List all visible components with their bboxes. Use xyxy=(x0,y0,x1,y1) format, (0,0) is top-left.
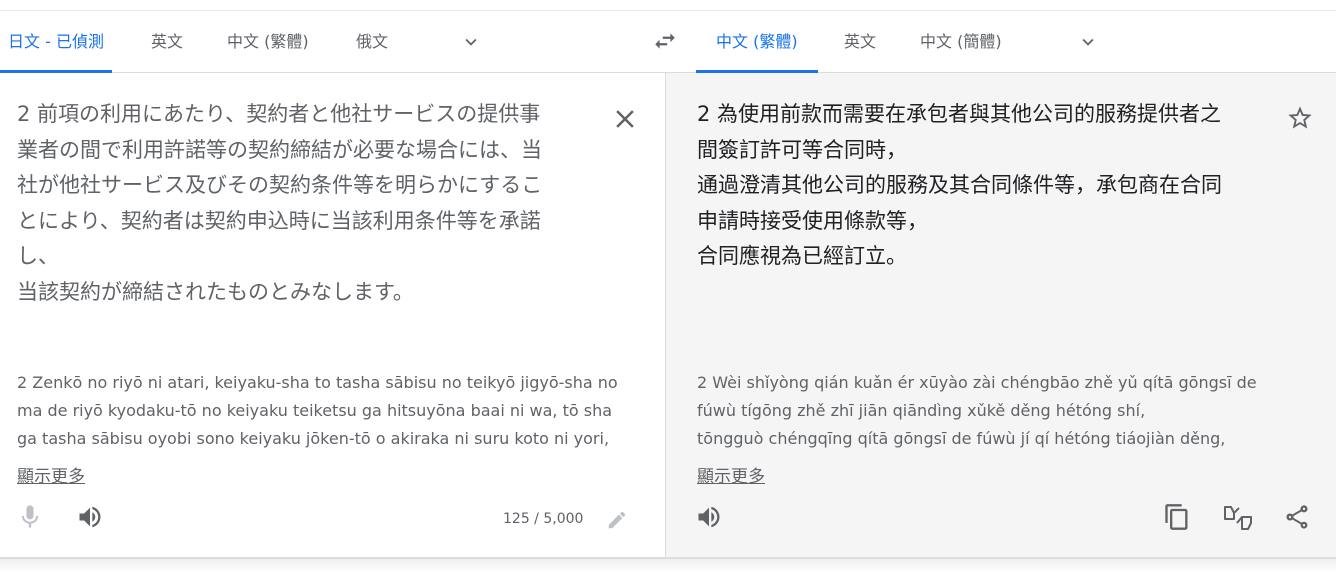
transliteration-line: tōngguò chéngqīng qítā gōngsī de fúwù jí… xyxy=(697,429,1226,448)
translation-output: 2 為使用前款而需要在承包者與其他公司的服務提供者之 間簽訂許可等合同時， 通過… xyxy=(697,97,1277,275)
copy-icon[interactable] xyxy=(1163,503,1193,533)
transliteration-line: 2 Zenkō no riyō ni atari, keiyaku-sha to… xyxy=(17,373,618,392)
target-tab-chinese-traditional[interactable]: 中文 (繁體) xyxy=(696,11,818,73)
source-line: 当該契約が締結されたものとみなします。 xyxy=(17,279,414,304)
source-tab-detected[interactable]: 日文 - 已偵測 xyxy=(0,11,112,73)
feedback-icon[interactable] xyxy=(1222,503,1252,533)
source-panel: 2 前項の利用にあたり、契約者と他社サービスの提供事 業者の間で利用許諾等の契約… xyxy=(0,73,666,557)
translation-line: 合同應視為已經訂立。 xyxy=(697,244,907,268)
translation-line: 2 為使用前款而需要在承包者與其他公司的服務提供者之 xyxy=(697,102,1222,126)
transliteration-line: ma de riyō kyodaku-tō no keiyaku teikets… xyxy=(17,401,613,420)
target-tab-english[interactable]: 英文 xyxy=(844,11,876,72)
bottom-shadow xyxy=(0,559,1336,572)
star-icon[interactable] xyxy=(1286,104,1316,134)
transliteration-line: ga tasha sābisu oyobi sono keiyaku jōken… xyxy=(17,429,610,448)
translation-line: 通過澄清其他公司的服務及其合同條件等，承包商在合同 xyxy=(697,173,1222,197)
source-line: 2 前項の利用にあたり、契約者と他社サービスの提供事 xyxy=(17,102,541,126)
share-icon[interactable] xyxy=(1283,503,1313,533)
source-tab-chinese-traditional[interactable]: 中文 (繁體) xyxy=(227,11,309,72)
source-show-more-link[interactable]: 顯示更多 xyxy=(17,462,85,487)
transliteration-line: fúwù tígōng zhě zhī jiān qiāndìng xǔkě d… xyxy=(697,401,1146,420)
source-text-input[interactable]: 2 前項の利用にあたり、契約者と他社サービスの提供事 業者の間で利用許諾等の契約… xyxy=(17,97,597,310)
target-panel: 2 為使用前款而需要在承包者與其他公司的服務提供者之 間簽訂許可等合同時， 通過… xyxy=(666,73,1336,557)
target-transliteration: 2 Wèi shǐyòng qián kuǎn ér xūyào zài ché… xyxy=(697,369,1327,453)
edit-icon[interactable] xyxy=(606,509,630,533)
target-tab-chinese-simplified[interactable]: 中文 (簡體) xyxy=(920,11,1002,72)
source-line: 社が他社サービス及びその契約条件等を明らかにするこ xyxy=(17,173,543,197)
source-line: 業者の間で利用許諾等の契約締結が必要な場合には、当 xyxy=(17,137,542,162)
clear-source-button[interactable] xyxy=(610,104,640,134)
chevron-down-icon[interactable] xyxy=(460,31,482,53)
target-show-more-link[interactable]: 顯示更多 xyxy=(697,462,765,487)
character-counter: 125 / 5,000 xyxy=(503,511,584,527)
translation-line: 申請時接受使用條款等， xyxy=(697,208,928,233)
transliteration-line: 2 Wèi shǐyòng qián kuǎn ér xūyào zài ché… xyxy=(697,373,1257,392)
speaker-icon[interactable] xyxy=(695,503,725,533)
source-tab-russian[interactable]: 俄文 xyxy=(356,11,388,72)
chevron-down-icon[interactable] xyxy=(1077,31,1099,53)
swap-icon[interactable] xyxy=(650,28,680,54)
source-transliteration: 2 Zenkō no riyō ni atari, keiyaku-sha to… xyxy=(17,369,647,453)
translation-line: 間簽訂許可等合同時， xyxy=(697,137,907,162)
mic-icon[interactable] xyxy=(16,503,46,533)
language-bar: 日文 - 已偵測 英文 中文 (繁體) 俄文 中文 (繁體) 英文 中文 (簡體… xyxy=(0,11,1336,73)
source-tab-english[interactable]: 英文 xyxy=(151,11,183,72)
source-line: とにより、契約者は契約申込時に当該利用条件等を承諾 xyxy=(17,208,541,233)
speaker-icon[interactable] xyxy=(76,503,106,533)
source-line: し、 xyxy=(17,244,59,268)
